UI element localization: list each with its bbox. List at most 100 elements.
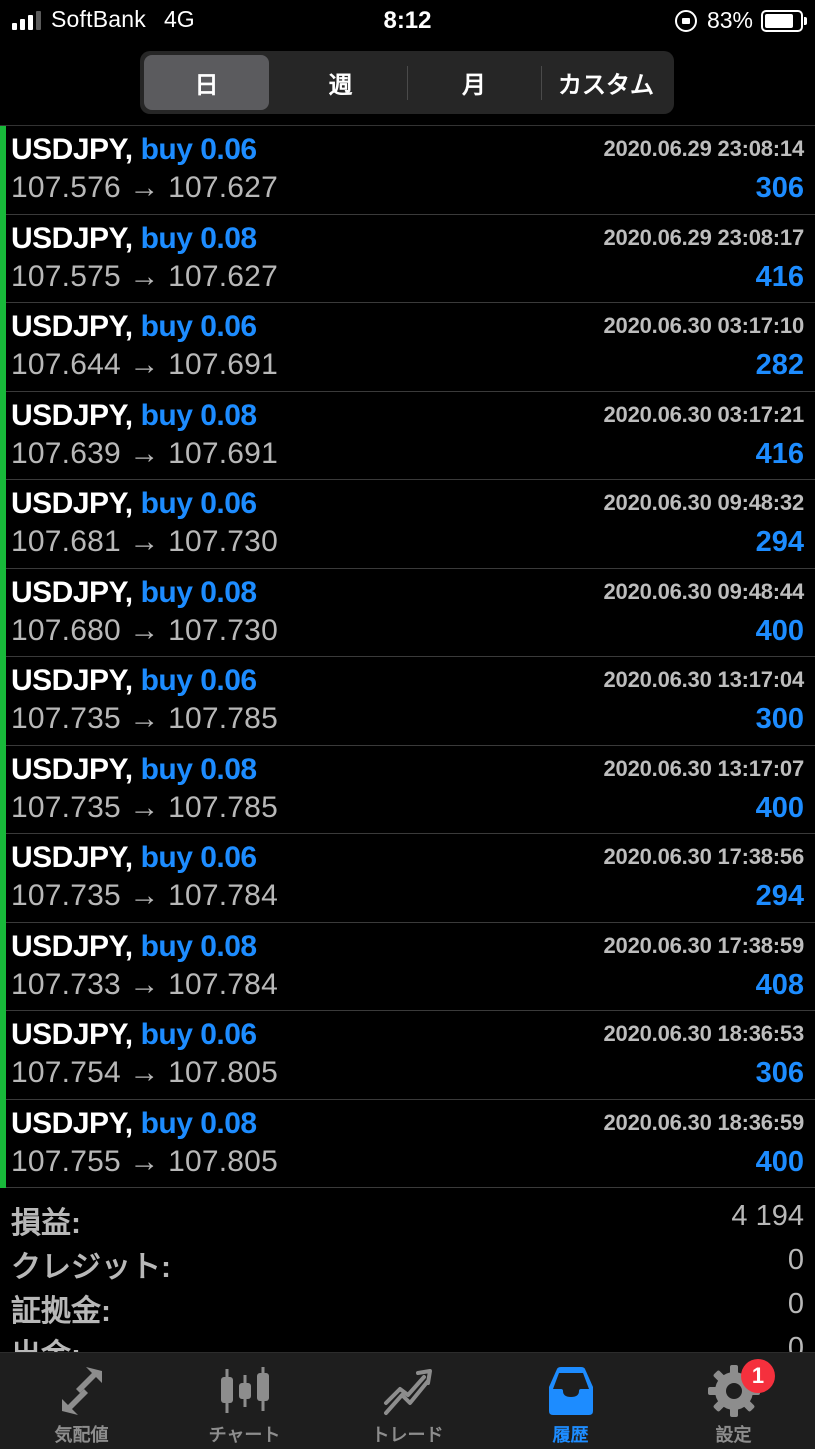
trade-time: 2020.06.29 23:08:14 [603,136,805,161]
trade-history-list: USDJPY, buy 0.06 2020.06.29 23:08:14 107.… [0,126,815,1188]
trade-title: USDJPY, buy 0.06 [11,841,257,875]
tab-label: 気配値 [54,1425,109,1445]
trade-profit: 400 [755,614,804,647]
period-segmented-control: 日 週 月 カスタム [140,51,674,114]
trade-row[interactable]: USDJPY, buy 0.06 2020.06.30 17:38:56 107.… [0,834,815,923]
trade-symbol: USDJPY, [11,1018,133,1051]
trade-symbol: USDJPY, [11,487,133,520]
trade-time: 2020.06.30 17:38:59 [603,932,805,958]
trade-symbol: USDJPY, [11,398,133,432]
trade-order: buy 0.06 [140,664,258,697]
trade-prices: 107.755 → 107.805 [11,1144,278,1178]
trade-time: 2020.06.30 13:17:07 [603,755,805,781]
trade-profit: 408 [755,968,804,1001]
summary-label: 出金: [11,1330,81,1352]
trade-row[interactable]: USDJPY, buy 0.08 2020.06.30 18:36:59 107.… [0,1099,815,1188]
summary-value: 0 [787,1332,804,1352]
trade-symbol: USDJPY, [11,133,133,166]
buy-marker [0,1011,6,1100]
summary-value: 0 [787,1244,804,1276]
trade-profit: 300 [755,703,804,735]
trade-title: USDJPY, buy 0.08 [11,222,257,256]
trade-profit: 400 [755,1145,804,1178]
tab-label: チャート [208,1425,281,1445]
buy-marker [0,568,6,657]
buy-marker [0,834,6,923]
tab-day[interactable]: 日 [144,55,269,110]
trade-time: 2020.06.29 23:08:17 [603,224,805,250]
trade-symbol: USDJPY, [11,929,133,963]
trade-profit: 282 [755,349,804,381]
candlestick-chart-icon [220,1367,269,1413]
tab-label: 履歴 [552,1425,589,1445]
trade-row[interactable]: USDJPY, buy 0.06 2020.06.30 03:17:10 107.… [0,303,815,392]
tab-chart[interactable]: チャート [163,1353,326,1449]
tab-label: 設定 [715,1425,752,1445]
trade-symbol: USDJPY, [11,841,133,874]
tab-trade[interactable]: トレード [326,1353,489,1449]
trade-title: USDJPY, buy 0.08 [11,576,257,610]
trade-prices: 107.735 → 107.785 [11,702,278,735]
trade-title: USDJPY, buy 0.08 [11,1107,257,1141]
trade-title: USDJPY, buy 0.06 [11,664,257,698]
trade-symbol: USDJPY, [11,221,133,255]
trade-time: 2020.06.30 17:38:56 [603,844,805,869]
trade-symbol: USDJPY, [11,310,133,343]
trade-prices: 107.733 → 107.784 [11,967,278,1001]
tab-custom[interactable]: カスタム [542,55,670,110]
trade-prices: 107.681 → 107.730 [11,525,278,558]
tab-settings[interactable]: 1 設定 [652,1353,815,1449]
history-summary: 損益: 4 194 クレジット: 0 証拠金: 0 出金: 0 [0,1188,815,1352]
trade-time: 2020.06.30 18:36:59 [603,1109,805,1135]
buy-marker [0,214,6,303]
trade-row[interactable]: USDJPY, buy 0.06 2020.06.30 18:36:53 107.… [0,1011,815,1100]
trade-row[interactable]: USDJPY, buy 0.06 2020.06.30 13:17:04 107.… [0,657,815,746]
battery-icon [761,9,807,32]
trade-time: 2020.06.30 18:36:53 [603,1021,805,1046]
battery-percent: 83% [706,7,753,33]
quotes-arrows-icon [61,1367,102,1415]
trade-row[interactable]: USDJPY, buy 0.08 2020.06.29 23:08:17 107.… [0,214,815,303]
buy-marker [0,480,6,569]
summary-row-margin: 証拠金: 0 [0,1276,815,1328]
buy-marker [0,391,6,480]
trade-order: buy 0.06 [140,310,258,343]
trade-prices: 107.754 → 107.805 [11,1056,278,1089]
trade-title: USDJPY, buy 0.08 [11,753,257,787]
summary-row-credit: クレジット: 0 [0,1232,815,1284]
trade-order: buy 0.08 [140,929,258,963]
tab-history[interactable]: 履歴 [489,1353,652,1449]
trade-profit: 294 [755,880,804,912]
trade-profit: 416 [755,437,804,470]
status-bar: SoftBank 4G 8:12 83% [0,0,815,44]
trade-title: USDJPY, buy 0.06 [11,310,257,344]
buy-marker [0,303,6,392]
trade-row[interactable]: USDJPY, buy 0.06 2020.06.30 09:48:32 107.… [0,480,815,569]
trade-prices: 107.644 → 107.691 [11,348,278,381]
trade-symbol: USDJPY, [11,664,133,697]
trade-row[interactable]: USDJPY, buy 0.08 2020.06.30 17:38:59 107.… [0,922,815,1011]
tab-quotes[interactable]: 気配値 [0,1353,163,1449]
tab-month[interactable]: 月 [408,55,540,110]
trade-profit: 400 [755,791,804,824]
trade-row[interactable]: USDJPY, buy 0.08 2020.06.30 03:17:21 107.… [0,391,815,480]
trade-order: buy 0.08 [140,575,258,609]
history-inbox-icon [548,1367,593,1415]
trade-title: USDJPY, buy 0.08 [11,930,257,964]
trade-time: 2020.06.30 03:17:21 [603,401,805,427]
trade-prices: 107.735 → 107.784 [11,879,278,912]
trade-time: 2020.06.30 09:48:44 [603,578,805,604]
orientation-lock-icon [674,9,697,32]
trade-row[interactable]: USDJPY, buy 0.06 2020.06.29 23:08:14 107.… [0,126,815,215]
trade-time: 2020.06.30 03:17:10 [603,313,805,338]
buy-marker [0,657,6,746]
trade-order: buy 0.06 [140,1018,258,1051]
trade-row[interactable]: USDJPY, buy 0.08 2020.06.30 09:48:44 107.… [0,568,815,657]
trade-order: buy 0.06 [140,487,258,520]
notification-badge: 1 [741,1359,775,1393]
tab-week[interactable]: 週 [275,55,406,110]
buy-marker [0,745,6,834]
summary-value: 0 [787,1288,804,1320]
trade-prices: 107.680 → 107.730 [11,613,278,647]
trade-row[interactable]: USDJPY, buy 0.08 2020.06.30 13:17:07 107.… [0,745,815,834]
